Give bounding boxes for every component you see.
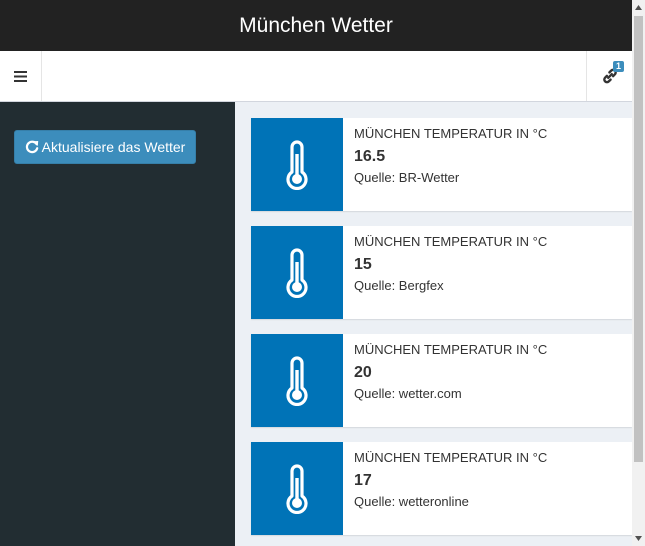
temperature-card: MÜNCHEN TEMPERATUR IN °C 20 Quelle: wett… [251,334,632,427]
hamburger-menu-icon [14,70,27,82]
temperature-value: 17 [354,472,372,489]
refresh-weather-button[interactable]: Aktualisiere das Wetter [14,130,196,164]
card-title: MÜNCHEN TEMPERATUR IN °C [354,126,548,141]
card-icon-box [251,334,343,427]
temperature-card: MÜNCHEN TEMPERATUR IN °C 15 Quelle: Berg… [251,226,632,319]
links-menu-button[interactable]: 1 [586,51,632,101]
refresh-icon [25,140,38,154]
temperature-value: 16.5 [354,148,386,165]
thermometer-icon [286,355,308,406]
source-label: Quelle: Bergfex [354,278,444,293]
source-label: Quelle: BR-Wetter [354,170,460,185]
thermometer-icon [286,463,308,514]
card-title: MÜNCHEN TEMPERATUR IN °C [354,342,548,357]
page-title: München Wetter [239,13,393,37]
sidebar [0,102,235,546]
source-label: Quelle: wetteronline [354,494,469,509]
temperature-card: MÜNCHEN TEMPERATUR IN °C 17 Quelle: wett… [251,442,632,535]
refresh-button-label: Aktualisiere das Wetter [41,139,186,155]
scroll-up-arrow-icon[interactable] [632,1,645,14]
top-navbar: 1 [0,51,632,102]
thermometer-icon [286,247,308,298]
card-title: MÜNCHEN TEMPERATUR IN °C [354,234,548,249]
card-icon-box [251,442,343,535]
source-label: Quelle: wetter.com [354,386,462,401]
card-icon-box [251,118,343,211]
main-content: MÜNCHEN TEMPERATUR IN °C 16.5 Quelle: BR… [235,102,632,546]
card-title: MÜNCHEN TEMPERATUR IN °C [354,450,548,465]
card-icon-box [251,226,343,319]
temperature-value: 15 [354,256,372,273]
scrollbar-thumb[interactable] [634,16,643,462]
sidebar-toggle-button[interactable] [0,51,42,101]
scroll-down-arrow-icon[interactable] [632,532,645,545]
links-count-badge: 1 [613,61,624,72]
temperature-card: MÜNCHEN TEMPERATUR IN °C 16.5 Quelle: BR… [251,118,632,211]
vertical-scrollbar[interactable] [632,0,645,546]
temperature-value: 20 [354,364,372,381]
app-titlebar: München Wetter [0,0,632,51]
thermometer-icon [286,139,308,190]
